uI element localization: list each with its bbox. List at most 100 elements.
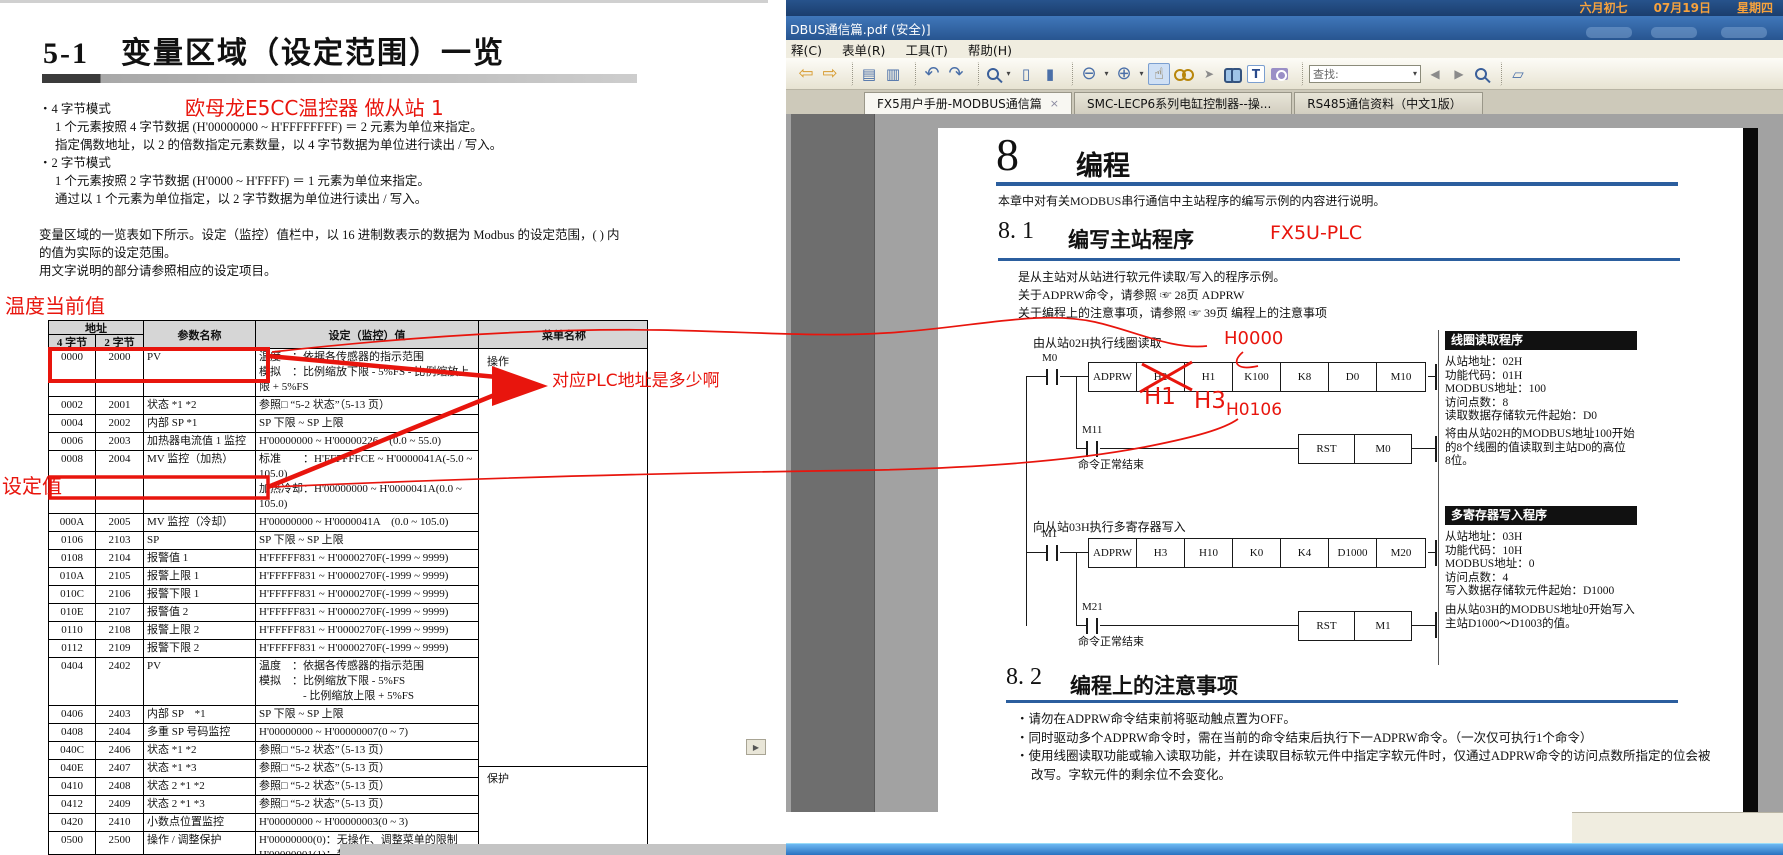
- right-arrow-icon: ▶: [753, 743, 759, 752]
- search-input[interactable]: 查找: ▾: [1309, 65, 1421, 83]
- cell-param-name: 多重 SP 号码监控: [144, 724, 256, 741]
- contact-symbol: [1086, 618, 1098, 634]
- menu-item[interactable]: 工具(T): [905, 40, 947, 59]
- cell-addr4: 0000: [49, 349, 96, 396]
- forward-icon[interactable]: ⇨: [819, 63, 841, 85]
- separator[interactable]: [1296, 62, 1303, 86]
- find-magnifier-icon[interactable]: [1475, 68, 1487, 80]
- dropdown-icon[interactable]: ▾: [1004, 63, 1013, 85]
- hand-tool-icon[interactable]: ☝: [1148, 63, 1170, 85]
- tab-close-icon[interactable]: ×: [1050, 97, 1059, 110]
- zoom-tool-icon[interactable]: [987, 68, 999, 80]
- widget-pill: [1586, 27, 1632, 38]
- back-icon[interactable]: ⇦: [795, 63, 817, 85]
- instruction-cell: ADPRW: [1089, 363, 1137, 391]
- text-line: 关于编程上的注意事项，请参照 ☞ 39页 编程上的注意事项: [1018, 304, 1327, 322]
- document-tab[interactable]: SMC-LECP6系列电缸控制器--操...: [1074, 92, 1292, 114]
- instruction-cell: M10: [1377, 363, 1425, 391]
- instruction-cell: D0: [1329, 363, 1377, 391]
- document-tab[interactable]: FX5用户手册-MODBUS通信篇 ×: [864, 92, 1072, 114]
- instruction-cell: M0: [1355, 435, 1411, 463]
- dropdown-icon[interactable]: ▾: [1102, 63, 1111, 85]
- text-line: 通过以 1 个元素为单位指定，以 2 字节数据为单位进行读出 / 写入。: [55, 190, 754, 208]
- cell-addr2: 2001: [96, 397, 144, 414]
- contact-symbol: [1086, 441, 1098, 457]
- table-row: 0410 2408 状态 2 *1 *2 参照□ “5-2 状态”（5-13 页…: [49, 778, 479, 796]
- cell-addr2: 2404: [96, 724, 144, 741]
- table-row: 010E 2107 报警值 2 H'FFFFF831 ~ H'0000270F(…: [49, 604, 479, 622]
- desktop-date-bar: 六月初七 07月19日 星期四: [786, 0, 1783, 16]
- note2-header: 多寄存器写入程序: [1445, 506, 1637, 525]
- ladder2-branch-note: 命令正常结束: [1078, 633, 1144, 649]
- find-next-icon[interactable]: ▶: [1448, 63, 1470, 85]
- cell-setting-value: H'FFFFF831 ~ H'0000270F(-1999 ~ 9999): [256, 550, 479, 567]
- section-bullets: ・请勿在ADPRW命令结束前将驱动触点置为OFF。・同时驱动多个ADPRW命令时…: [1016, 710, 1721, 784]
- instruction-cell: RST: [1299, 612, 1355, 640]
- table-row: 040C 2406 状态 *1 *2 参照□ “5-2 状态”（5-13 页）: [49, 742, 479, 760]
- navigation-panel[interactable]: [791, 114, 875, 812]
- edit-icon[interactable]: ▱: [1507, 63, 1529, 85]
- ladder1-instruction: ADPRWH2H1K100K8D0M10: [1088, 362, 1426, 392]
- snapshot-icon[interactable]: ▤: [858, 63, 880, 85]
- menu-item[interactable]: 释(C): [791, 40, 822, 59]
- text-line: 的值为实际的设定范围。: [39, 244, 754, 262]
- chevron-down-icon[interactable]: ▾: [1413, 69, 1417, 78]
- search-placeholder: 查找:: [1313, 66, 1339, 82]
- table-row: 000A 2005 MV 监控（冷却） H'00000000 ~ H'00000…: [49, 514, 479, 532]
- zoom-out-icon[interactable]: ⊖: [1078, 63, 1100, 85]
- annotation-sp-label: 设定值: [2, 470, 62, 499]
- zoom-in-icon[interactable]: ⊕: [1113, 63, 1135, 85]
- select-arrow-icon[interactable]: ➤: [1198, 63, 1220, 85]
- table-row: 0002 2001 状态 *1 *2 参照□ “5-2 状态”（5-13 页）: [49, 397, 479, 415]
- reading-mode-icon[interactable]: [1174, 69, 1194, 79]
- menu-value-operation: 操作: [487, 353, 509, 369]
- document-tab[interactable]: RS485通信资料（中文1版）: [1294, 92, 1483, 114]
- dropdown-icon[interactable]: ▾: [1137, 63, 1146, 85]
- horizontal-scrollbar-thumb[interactable]: [340, 844, 786, 855]
- table-row: 010A 2105 报警上限 1 H'FFFFF831 ~ H'0000270F…: [49, 568, 479, 586]
- instruction-cell: H10: [1185, 539, 1233, 567]
- redo-icon[interactable]: ↷: [945, 63, 967, 85]
- clipboard-icon[interactable]: ▥: [882, 63, 904, 85]
- table-row: 0006 2003 加热器电流值 1 监控 H'00000000 ~ H'000…: [49, 433, 479, 451]
- cell-addr2: 2410: [96, 814, 144, 831]
- separator[interactable]: [1066, 62, 1073, 86]
- undo-icon[interactable]: ↶: [921, 63, 943, 85]
- wire: [1428, 552, 1435, 553]
- find-prev-icon[interactable]: ◀: [1424, 63, 1446, 85]
- tab-label: SMC-LECP6系列电缸控制器--操...: [1087, 95, 1271, 112]
- note2-paragraph: 由从站03H的MODBUS地址0开始写入 主站D1000～D1003的值。: [1445, 604, 1645, 631]
- wire: [1435, 364, 1437, 390]
- bullet-item: ・使用线圈读取功能或输入读取功能，并在读取目标软元件中指定字软元件时，仅通过AD…: [1016, 747, 1721, 784]
- scroll-right-button[interactable]: ▶: [746, 739, 766, 755]
- menu-item[interactable]: 表单(R): [842, 40, 885, 59]
- separator[interactable]: [972, 62, 979, 86]
- document-tab-bar: FX5用户手册-MODBUS通信篇 × SMC-LECP6系列电缸控制器--操.…: [786, 90, 1783, 114]
- cell-addr2: 2403: [96, 706, 144, 723]
- toolbar-icon-group: ◀▶ ▱: [1423, 62, 1530, 86]
- note1-body: 从站地址：02H 功能代码：01H MODBUS地址：100 访问点数：8 读取…: [1445, 356, 1645, 424]
- intro-paragraph: ・4 字节模式1 个元素按照 4 字节数据 (H'00000000 ~ H'FF…: [39, 100, 754, 280]
- fit-page-icon[interactable]: ▯: [1015, 63, 1037, 85]
- fit-width-icon[interactable]: ▮: [1039, 63, 1061, 85]
- col-header-menu: 菜单名称: [479, 321, 648, 349]
- heading-rule: [1006, 700, 1678, 703]
- separator[interactable]: [846, 62, 853, 86]
- cell-setting-value: 温度 ：依据各传感器的指示范围 模拟 ：比例缩放下限 - 5%FS - 比例缩放…: [256, 349, 479, 396]
- cell-addr2: 2409: [96, 796, 144, 813]
- wire: [1026, 376, 1027, 626]
- wire: [1428, 376, 1435, 377]
- camera-icon[interactable]: [1271, 68, 1288, 80]
- cell-param-name: SP: [144, 532, 256, 549]
- separator[interactable]: [909, 62, 916, 86]
- cell-setting-value: H'00000000 ~ H'00000226 (0.0 ~ 55.0): [256, 433, 479, 450]
- cell-setting-value: H'FFFFF831 ~ H'0000270F(-1999 ~ 9999): [256, 586, 479, 603]
- text-select-icon[interactable]: T: [1247, 65, 1265, 83]
- annotation-pv-label: 温度当前值: [5, 290, 105, 319]
- menu-item[interactable]: 帮助(H): [968, 40, 1012, 59]
- cell-param-name: 内部 SP *1: [144, 415, 256, 432]
- separator[interactable]: [1495, 62, 1502, 86]
- search-binoculars-icon[interactable]: [1224, 68, 1242, 80]
- taskbar[interactable]: [786, 843, 1783, 855]
- instruction-cell: K0: [1233, 539, 1281, 567]
